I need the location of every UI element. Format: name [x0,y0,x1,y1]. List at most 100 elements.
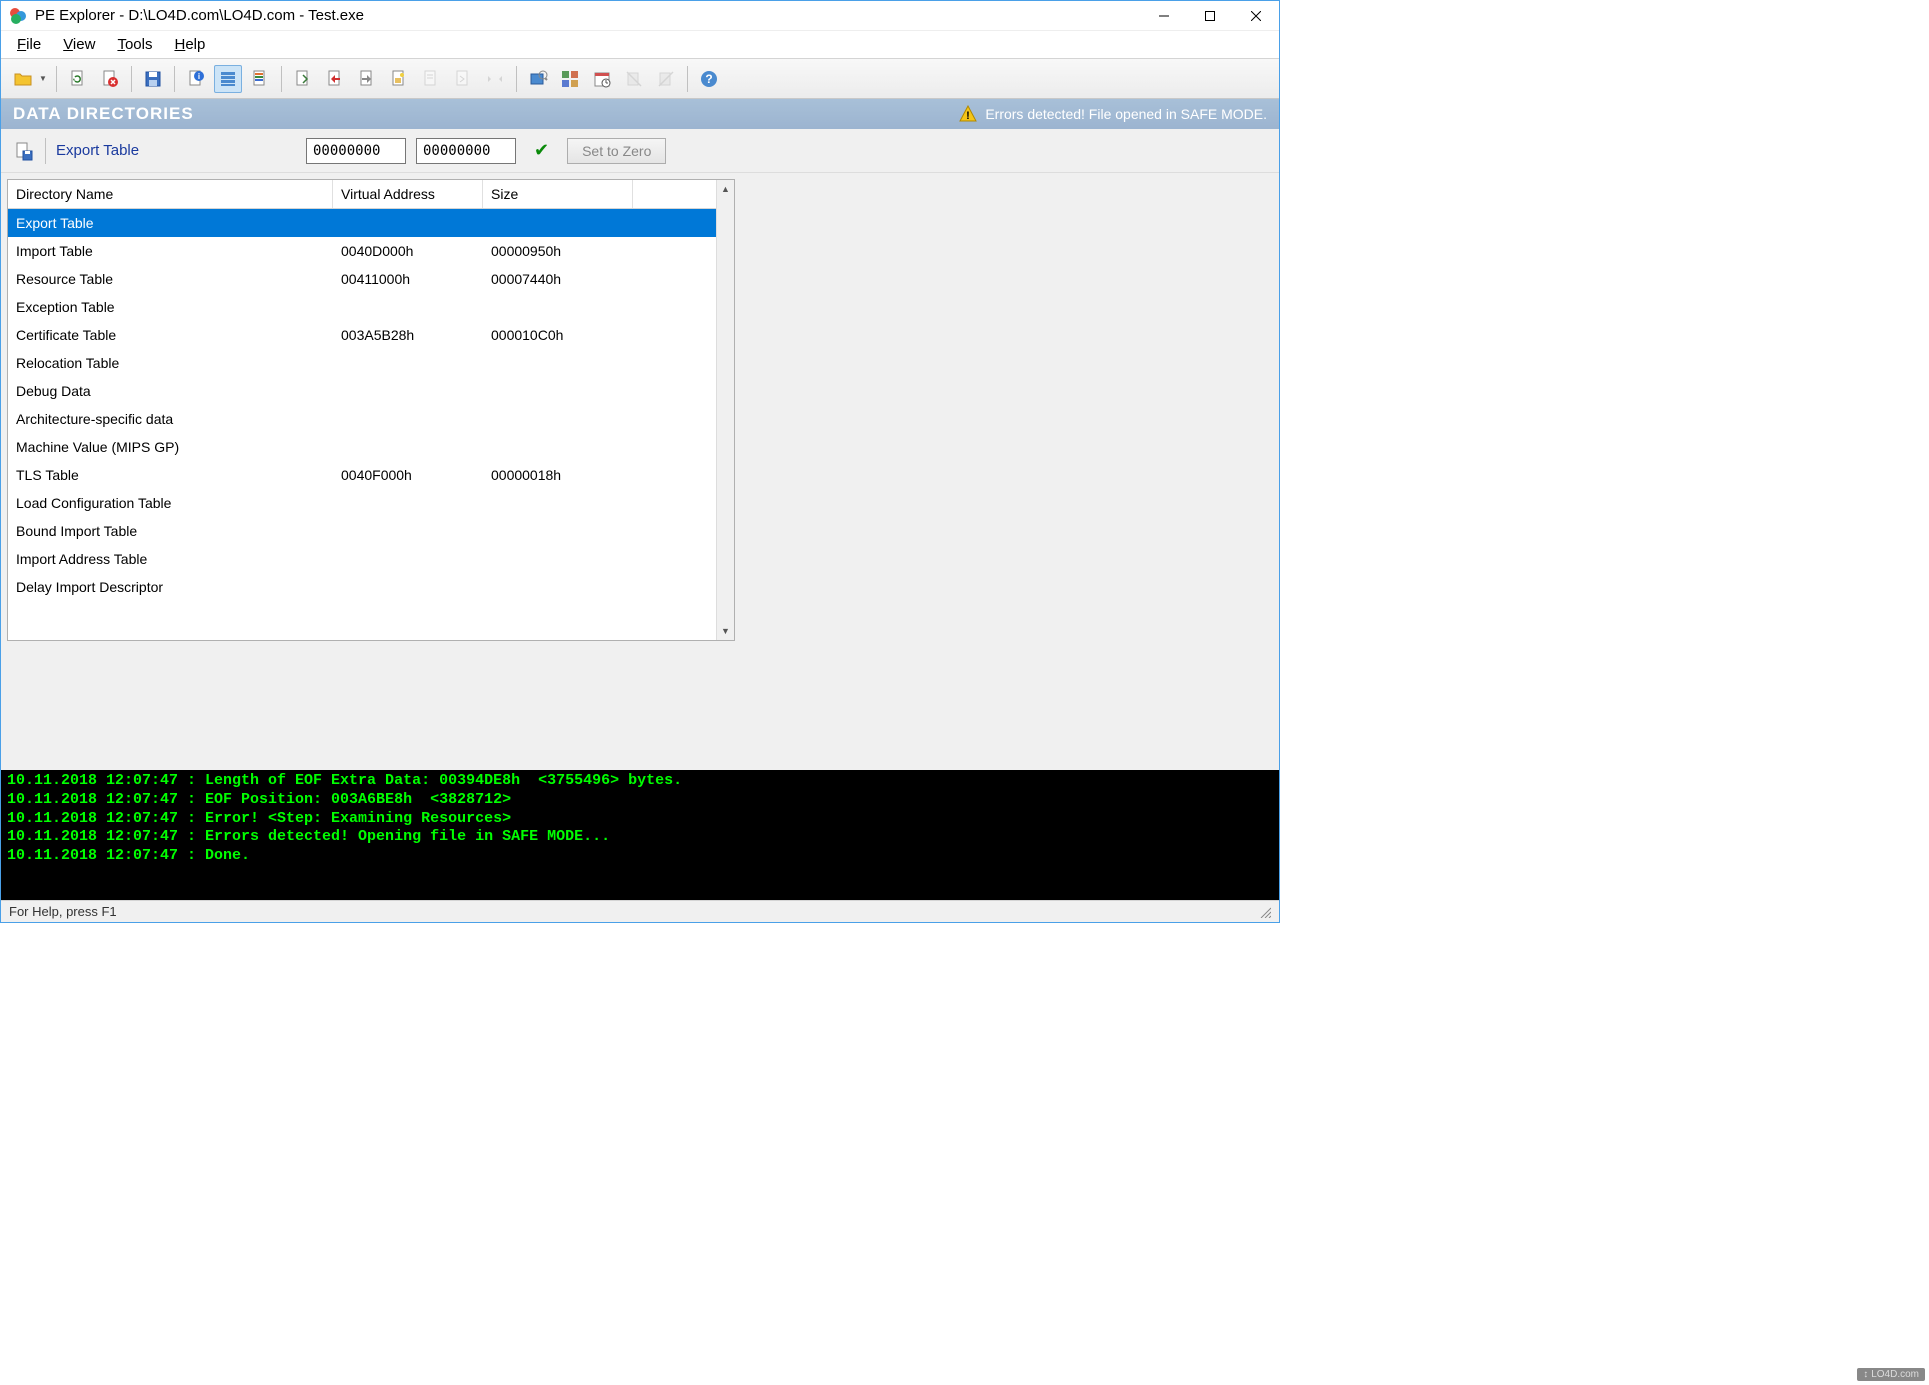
toolbar-separator [131,66,132,92]
table-cell [483,501,633,505]
chevron-down-icon[interactable]: ▼ [39,74,47,83]
table-cell [333,529,483,533]
table-cell: 000010C0h [483,325,633,345]
debug-info-icon [417,65,445,93]
table-cell [333,557,483,561]
table-cell [483,361,633,365]
table-row[interactable]: Delay Import Descriptor [8,573,716,601]
table-cell: Debug Data [8,381,333,401]
close-button[interactable] [1233,1,1279,31]
svg-text:!: ! [966,110,970,122]
delay-import-icon[interactable] [353,65,381,93]
table-cell: Load Configuration Table [8,493,333,513]
close-file-icon[interactable] [96,65,124,93]
scroll-down-icon[interactable]: ▼ [717,622,735,640]
export-viewer-icon[interactable] [289,65,317,93]
section-header: DATA DIRECTORIES ! Errors detected! File… [1,99,1279,129]
column-directory-name[interactable]: Directory Name [8,180,333,208]
size-input[interactable] [416,138,516,164]
safe-mode-warning: ! Errors detected! File opened in SAFE M… [959,105,1267,123]
table-row[interactable]: Resource Table00411000h00007440h [8,265,716,293]
table-cell [483,445,633,449]
app-window: PE Explorer - D:\LO4D.com\LO4D.com - Tes… [0,0,1280,923]
table-row[interactable]: Export Table [8,209,716,237]
table-row[interactable]: Import Table0040D000h00000950h [8,237,716,265]
scroll-up-icon[interactable]: ▲ [717,180,735,198]
table-cell [333,445,483,449]
menu-view[interactable]: View [53,32,105,57]
toolbar-separator [56,66,57,92]
table-cell [333,585,483,589]
open-file-icon[interactable] [9,65,37,93]
set-to-zero-button[interactable]: Set to Zero [567,138,666,164]
maximize-button[interactable] [1187,1,1233,31]
toolbar: ▼ i ? [1,59,1279,99]
table-cell [333,417,483,421]
remove-debug-icon [620,65,648,93]
import-viewer-icon[interactable] [321,65,349,93]
resize-grip-icon[interactable] [1257,906,1271,918]
menu-help[interactable]: Help [164,32,215,57]
status-text: For Help, press F1 [9,904,117,919]
table-cell: Architecture-specific data [8,409,333,429]
table-cell: Exception Table [8,297,333,317]
refresh-icon[interactable] [64,65,92,93]
timestamp-icon[interactable] [588,65,616,93]
watermark-text: LO4D.com [1871,1369,1919,1380]
section-headers-icon[interactable] [246,65,274,93]
left-pane: Directory Name Virtual Address Size Expo… [1,173,741,770]
table-cell [333,501,483,505]
disassembler-icon[interactable] [524,65,552,93]
column-size[interactable]: Size [483,180,633,208]
table-row[interactable]: Load Configuration Table [8,489,716,517]
table-row[interactable]: Bound Import Table [8,517,716,545]
table-row[interactable]: Architecture-specific data [8,405,716,433]
navigate-icon [481,65,509,93]
table-row[interactable]: Relocation Table [8,349,716,377]
table-cell: 0040F000h [333,465,483,485]
apply-check-icon[interactable]: ✔ [534,140,549,161]
save-icon[interactable] [139,65,167,93]
selected-directory-label: Export Table [56,142,296,159]
warning-text: Errors detected! File opened in SAFE MOD… [985,106,1267,122]
menu-tools[interactable]: Tools [107,32,162,57]
table-row[interactable]: Certificate Table003A5B28h000010C0h [8,321,716,349]
table-row[interactable]: Exception Table [8,293,716,321]
table-row[interactable]: TLS Table0040F000h00000018h [8,461,716,489]
log-console[interactable]: 10.11.2018 12:07:47 : Length of EOF Extr… [1,770,1279,900]
watermark-badge: ↕ LO4D.com [1857,1368,1925,1381]
menu-file[interactable]: File [7,32,51,57]
watermark-icon: ↕ [1863,1369,1868,1380]
warning-icon: ! [959,105,977,123]
table-row[interactable]: Import Address Table [8,545,716,573]
help-icon[interactable]: ? [695,65,723,93]
headers-info-icon[interactable]: i [182,65,210,93]
table-cell [333,221,483,225]
table-cell: Machine Value (MIPS GP) [8,437,333,457]
content-area: Directory Name Virtual Address Size Expo… [1,173,1279,770]
edit-separator [45,138,46,164]
column-virtual-address[interactable]: Virtual Address [333,180,483,208]
save-entry-icon[interactable] [11,139,35,163]
minimize-button[interactable] [1141,1,1187,31]
table-row[interactable]: Debug Data [8,377,716,405]
dependency-scanner-icon[interactable] [556,65,584,93]
table-cell [483,529,633,533]
relocation-icon [449,65,477,93]
column-empty [633,180,716,208]
table-row[interactable]: Machine Value (MIPS GP) [8,433,716,461]
vertical-scrollbar[interactable]: ▲ ▼ [716,180,734,640]
table-cell [483,585,633,589]
table-cell [483,557,633,561]
table-cell: Delay Import Descriptor [8,577,333,597]
virtual-address-input[interactable] [306,138,406,164]
data-directories-icon[interactable] [214,65,242,93]
titlebar: PE Explorer - D:\LO4D.com\LO4D.com - Tes… [1,1,1279,31]
window-controls [1141,1,1279,31]
resource-viewer-icon[interactable] [385,65,413,93]
table-cell: Import Address Table [8,549,333,569]
table-cell: Relocation Table [8,353,333,373]
table-cell: 003A5B28h [333,325,483,345]
statusbar: For Help, press F1 [1,900,1279,922]
table-cell [333,389,483,393]
